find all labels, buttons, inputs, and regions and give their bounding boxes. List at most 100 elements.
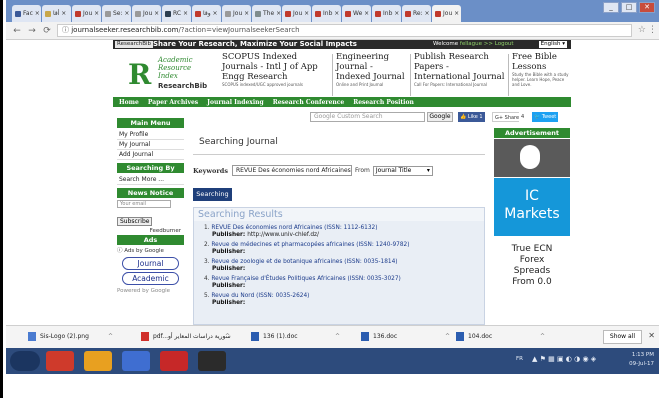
taskbar-app-icon[interactable]: [46, 351, 74, 371]
minimize-button[interactable]: _: [603, 2, 619, 13]
result-item: 1. REVUE Des économies nord Africaines (…: [204, 225, 484, 239]
result-title-link[interactable]: 5. Revue du Nord (ISSN: 0035-2624): [204, 293, 484, 300]
ad-bible[interactable]: Free Bible Lessons Study the Bible with …: [512, 52, 570, 102]
google-search-button[interactable]: Google: [427, 112, 453, 122]
taskbar-app-icon[interactable]: [198, 351, 226, 371]
close-icon[interactable]: ✕: [648, 331, 655, 340]
browser-tab[interactable]: Inb ×: [312, 5, 341, 22]
tab-label: RC ×: [173, 10, 188, 17]
chevron-up-icon[interactable]: ^: [335, 331, 340, 343]
url-input[interactable]: ⓘ journalseeker.researchbib.com/?action=…: [57, 24, 632, 37]
menu-add-journal[interactable]: Add Journal: [117, 150, 184, 160]
browser-tab[interactable]: Inb ×: [372, 5, 401, 22]
lang-indicator[interactable]: FR: [516, 356, 523, 362]
username-link[interactable]: fellague: [460, 41, 482, 47]
facebook-like-button[interactable]: 👍 Like 1: [458, 112, 485, 122]
tab-label: Jou ×: [293, 10, 310, 17]
ad-title: Free Bible Lessons: [512, 52, 557, 72]
subscribe-button[interactable]: Subscribe: [117, 217, 153, 226]
browser-tab[interactable]: RC ×: [162, 5, 191, 22]
ad-image[interactable]: [494, 139, 570, 177]
browser-menu-icon[interactable]: ⋮: [648, 25, 657, 35]
tray-icons[interactable]: ▲ ⚑ ▦ ▣ ◐ ◑ ◉ ◈: [532, 355, 596, 363]
forward-icon[interactable]: →: [27, 26, 37, 36]
browser-tab[interactable]: We ×: [342, 5, 371, 22]
result-title-link[interactable]: 2. Revue de médecines et pharmacopées af…: [204, 242, 484, 249]
from-select[interactable]: Journal Title ▾: [372, 165, 433, 176]
custom-search-input[interactable]: Google Custom Search: [310, 112, 425, 122]
ad-sub: Online and Print Journal: [336, 82, 384, 87]
tab-favicon-icon: [15, 10, 21, 17]
taskbar-app-icon[interactable]: [160, 351, 188, 371]
searching-button[interactable]: Searching: [193, 188, 232, 201]
taskbar-app-icon[interactable]: [84, 351, 112, 371]
forex-ad[interactable]: True ECN Forex Spreads From 0.0: [494, 236, 570, 296]
ad-publish[interactable]: Publish Research Papers - International …: [414, 52, 506, 102]
forex-line1: True ECN: [511, 244, 553, 254]
browser-tab[interactable]: Se: ×: [102, 5, 131, 22]
menu-my-journal[interactable]: My Journal: [117, 140, 184, 150]
site-tagline: Share Your Research, Maximize Your Socia…: [153, 40, 357, 48]
nav-journal-indexing[interactable]: Journal Indexing: [207, 99, 264, 106]
browser-tab[interactable]: Jou ×: [222, 5, 251, 22]
reload-icon[interactable]: ⟳: [42, 26, 52, 36]
nav-research-position[interactable]: Research Position: [353, 99, 414, 106]
researchbib-logo[interactable]: R Academic Resource Index ResearchBib: [128, 54, 208, 102]
chevron-down-icon: ▾: [426, 166, 430, 174]
feedburner-link[interactable]: Feedburner: [117, 227, 184, 235]
download-item[interactable]: 136.doc ^: [361, 331, 450, 343]
result-publisher: Publisher:: [212, 266, 484, 273]
browser-tab[interactable]: Jou ×: [282, 5, 311, 22]
download-item[interactable]: 104.doc ^: [456, 331, 545, 343]
back-icon[interactable]: ←: [12, 26, 22, 36]
ad-pill-journal[interactable]: Journal: [122, 257, 179, 270]
chevron-up-icon[interactable]: ^: [108, 331, 113, 343]
browser-tab[interactable]: Jou ×: [72, 5, 101, 22]
chevron-up-icon[interactable]: ^: [445, 331, 450, 343]
download-item[interactable]: pdf...سورية دراسات المعاير أو ^: [141, 331, 231, 343]
browser-tab[interactable]: Re: ×: [402, 5, 431, 22]
result-title-link[interactable]: 3. Revue de zoologie et de botanique afr…: [204, 259, 484, 266]
browser-tab[interactable]: وقا ×: [192, 5, 221, 22]
ad-pill-academic[interactable]: Academic: [122, 272, 179, 285]
start-button[interactable]: [10, 351, 40, 371]
clock-date[interactable]: 09-Jul-17: [629, 361, 654, 367]
show-all-button[interactable]: Show all: [602, 330, 642, 344]
site-badge[interactable]: ResearchBib: [115, 41, 154, 48]
left-sidebar: Main Menu My Profile My Journal Add Jour…: [117, 118, 184, 295]
ad-engineering[interactable]: Engineering Journal - Indexed Journal On…: [336, 52, 408, 102]
maximize-button[interactable]: □: [621, 2, 637, 13]
browser-tab[interactable]: Jou ×: [432, 5, 461, 22]
language-select[interactable]: English ▾: [538, 41, 567, 48]
nav-research-conference[interactable]: Research Conference: [273, 99, 345, 106]
logout-link[interactable]: >> Logout: [484, 41, 514, 47]
download-name: pdf...سورية دراسات المعاير أو: [153, 333, 231, 340]
gplus-share-button[interactable]: G+ Share: [492, 112, 523, 122]
chevron-up-icon[interactable]: ^: [540, 331, 545, 343]
chevron-up-icon[interactable]: ^: [225, 331, 230, 343]
clock-time[interactable]: 1:13 PM: [632, 352, 654, 358]
nav-paper-archives[interactable]: Paper Archives: [148, 99, 198, 106]
browser-tab[interactable]: Fac ×: [12, 5, 41, 22]
ic-markets-ad[interactable]: IC Markets: [494, 178, 570, 236]
keywords-input[interactable]: REVUE Des économies nord Africaines: [231, 165, 352, 176]
download-item[interactable]: 136 (1).doc ^: [251, 331, 340, 343]
ad-title: Engineering Journal - Indexed Journal: [336, 52, 405, 82]
browser-tab[interactable]: أقا ×: [42, 5, 71, 22]
menu-my-profile[interactable]: My Profile: [117, 130, 184, 140]
close-window-button[interactable]: ✕: [639, 2, 655, 13]
tweet-button[interactable]: 🐦 Tweet: [532, 112, 559, 122]
ad-scopus[interactable]: SCOPUS Indexed Journals - Intl J of App …: [222, 52, 330, 102]
browser-tab[interactable]: Jou ×: [132, 5, 161, 22]
email-field[interactable]: Your email: [117, 200, 171, 208]
download-item[interactable]: Sis-Logo (2).png ^: [28, 331, 113, 343]
nav-home[interactable]: Home: [119, 99, 139, 106]
search-more-link[interactable]: Search More ...: [117, 175, 184, 185]
ad-divider: [508, 54, 509, 96]
bookmark-star-icon[interactable]: ☆: [638, 25, 646, 35]
browser-tab[interactable]: The ×: [252, 5, 281, 22]
result-title-link[interactable]: 1. REVUE Des économies nord Africaines (…: [204, 225, 484, 232]
result-title-link[interactable]: 4. Revue Française d'Études Politiques A…: [204, 276, 484, 283]
taskbar-app-icon[interactable]: [122, 351, 150, 371]
ads-by-google[interactable]: ⓘ Ads by Google: [117, 247, 184, 255]
